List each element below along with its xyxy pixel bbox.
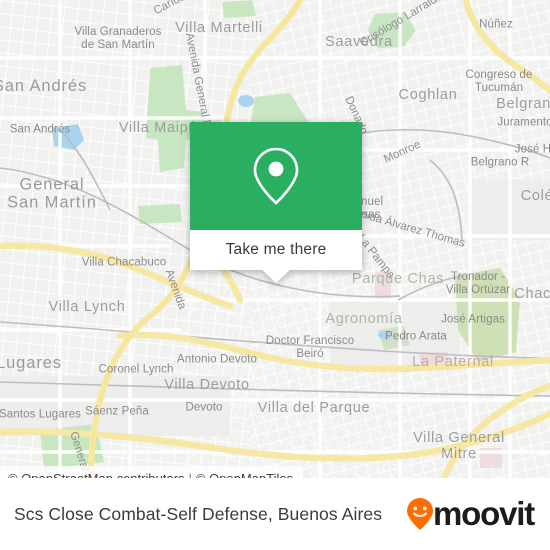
moovit-logo[interactable]: moovit xyxy=(405,495,535,533)
place-title: Scs Close Combat-Self Defense, Buenos Ai… xyxy=(14,503,383,524)
attribution-separator: | xyxy=(188,470,192,479)
moovit-wordmark: moovit xyxy=(433,495,535,532)
location-popup[interactable]: Take me there xyxy=(190,122,362,283)
popup-header xyxy=(190,122,362,230)
take-me-there-label: Take me there xyxy=(225,241,327,258)
popup-action-bar[interactable]: Take me there xyxy=(190,230,362,270)
map-pin-icon xyxy=(253,147,299,205)
moovit-pin-smiley-icon xyxy=(407,498,434,530)
footer-bar: Scs Close Combat-Self Defense, Buenos Ai… xyxy=(0,478,550,550)
attribution-tiles[interactable]: © OpenMapTiles xyxy=(196,471,293,479)
popup-tail xyxy=(262,270,290,283)
map-attribution: © OpenStreetMap contributors | © OpenMap… xyxy=(0,466,304,479)
map-canvas[interactable]: Villa Granaderosde San MartínCarlos MVil… xyxy=(0,0,550,478)
attribution-osm[interactable]: © OpenStreetMap contributors xyxy=(8,471,185,479)
map-screen: Villa Granaderosde San MartínCarlos MVil… xyxy=(0,0,550,550)
